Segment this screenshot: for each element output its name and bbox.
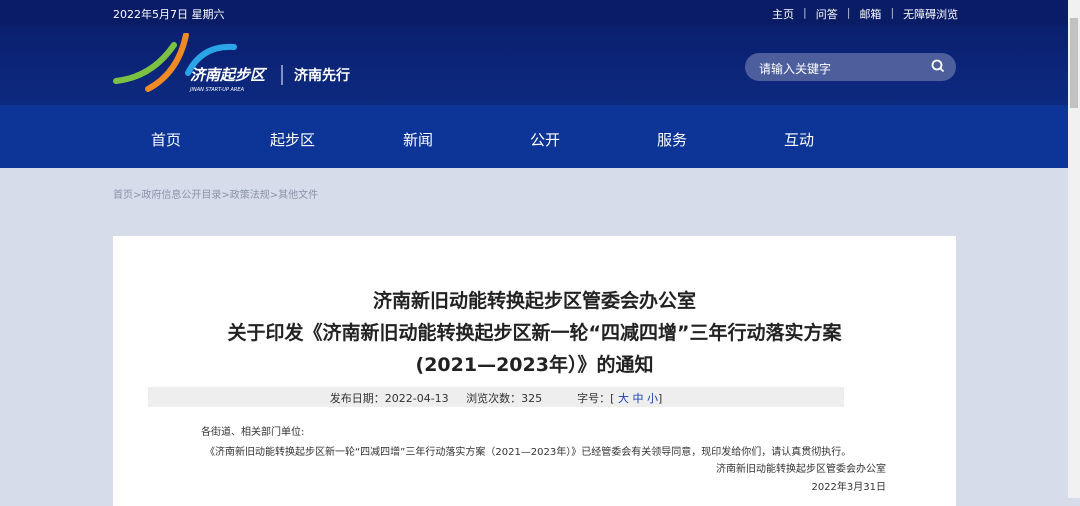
link-qa[interactable]: 问答 [816,6,838,22]
nav-startup-area[interactable]: 起步区 [270,129,315,150]
nav-news[interactable]: 新闻 [403,129,433,150]
article-title-line-1: 济南新旧动能转换起步区管委会办公室 [372,290,696,312]
divider: | [890,6,895,19]
font-large-link[interactable]: 大 [618,392,629,405]
nav-interaction[interactable]: 互动 [784,129,814,150]
main-nav: 首页 起步区 新闻 公开 服务 互动 [0,105,1068,168]
nav-services[interactable]: 服务 [657,129,687,150]
top-bar: 2022年5月7日 星期六 主页 | 问答 | 邮箱 | 无障碍浏览 [0,0,1068,25]
logo-swoosh-icon: 济南起步区 JINAN START-UP AREA 济南先行 [113,32,350,93]
nav-public[interactable]: 公开 [530,129,560,150]
article-title-line-2: 关于印发《济南新旧动能转换起步区新一轮“四减四增”三年行动落实方案 [227,322,842,344]
top-links: 主页 | 问答 | 邮箱 | 无障碍浏览 [772,6,958,22]
breadcrumb[interactable]: 首页>政府信息公开目录>政策法规>其他文件 [113,186,318,201]
sign-date: 2022年3月31日 [811,482,886,493]
svg-text:济南先行: 济南先行 [294,67,350,84]
site-logo[interactable]: 济南起步区 JINAN START-UP AREA 济南先行 [112,32,362,97]
link-mail[interactable]: 邮箱 [859,6,881,22]
search-placeholder: 请输入关键字 [759,62,832,76]
header: 济南起步区 JINAN START-UP AREA 济南先行 请输入关键字 [0,25,1068,105]
svg-text:JINAN START-UP AREA: JINAN START-UP AREA [189,87,245,93]
publish-label: 发布日期： [329,392,385,405]
views-count: 325 [521,392,543,405]
search-input[interactable]: 请输入关键字 [745,53,956,81]
divider: | [846,6,851,19]
current-date: 2022年5月7日 星期六 [113,8,225,21]
publish-date: 2022-04-13 [384,392,449,405]
salutation: 各街道、相关部门单位: [201,427,305,438]
scrollbar-thumb[interactable] [1070,18,1078,108]
article-card: 济南新旧动能转换起步区管委会办公室 关于印发《济南新旧动能转换起步区新一轮“四减… [113,236,956,506]
scrollbar[interactable] [1068,0,1080,498]
views-label: 浏览次数： [466,392,522,405]
article-title-line-3: (2021—2023年）》的通知 [415,354,654,376]
search-icon[interactable] [930,58,946,74]
font-size-label: 字号：[ [577,392,615,405]
font-medium-link[interactable]: 中 [632,392,643,405]
font-size-close: ] [657,392,663,405]
link-accessibility[interactable]: 无障碍浏览 [903,6,958,22]
article-meta: 发布日期：2022-04-13 浏览次数：325 字号：[ 大 中 小] [148,387,844,407]
nav-home[interactable]: 首页 [151,129,181,150]
link-home[interactable]: 主页 [772,6,794,22]
svg-text:济南起步区: 济南起步区 [190,66,268,84]
font-small-link[interactable]: 小 [647,392,658,405]
article-paragraph: 《济南新旧动能转换起步区新一轮“四减四增”三年行动落实方案（2021—2023年… [205,447,852,458]
divider: | [803,6,807,19]
signature: 济南新旧动能转换起步区管委会办公室 [716,464,886,475]
